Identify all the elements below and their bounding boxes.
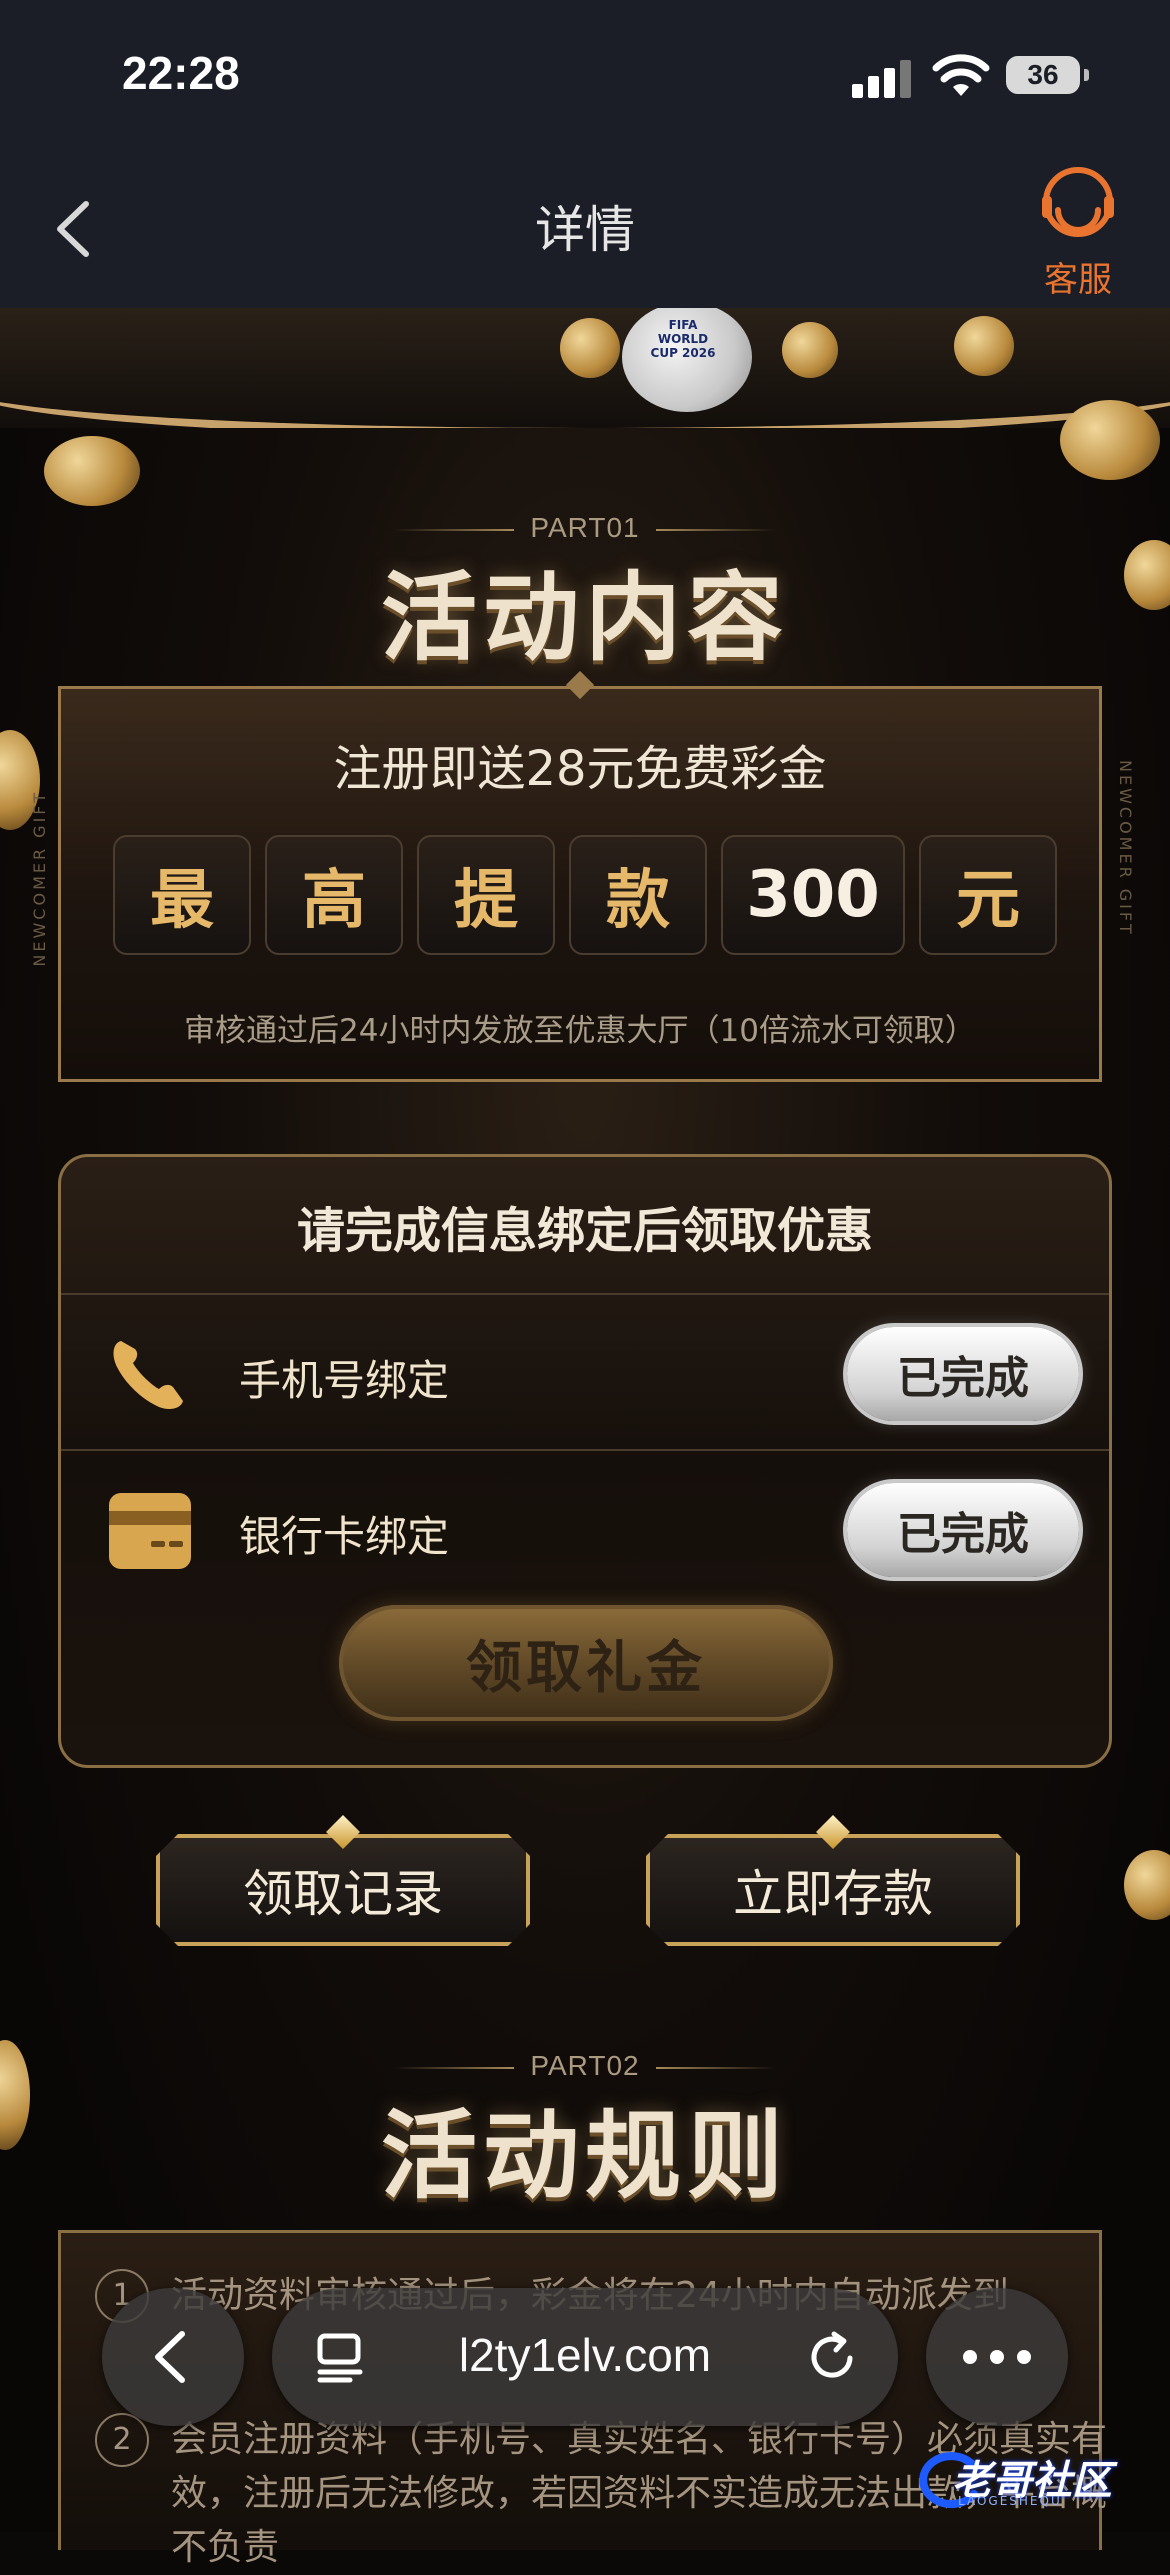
binding-title: 请完成信息绑定后领取优惠 <box>296 1203 873 1259</box>
phone-binding-label: 手机号绑定 <box>239 1356 450 1405</box>
activity-rules-heading: 活动规则 <box>381 2100 789 2212</box>
status-time: 22:28 <box>122 47 240 99</box>
reload-icon[interactable] <box>804 2328 860 2384</box>
browser-back-button[interactable] <box>102 2288 244 2426</box>
header-banner: FIFA WORLD CUP 2026 <box>0 308 1170 428</box>
activity-content-heading: 活动内容 <box>381 562 789 674</box>
battery-indicator: 36 <box>1006 56 1089 94</box>
wifi-icon <box>932 54 990 96</box>
phone-binding-status-button[interactable]: 已完成 <box>847 1327 1079 1421</box>
claim-records-button[interactable]: 领取记录 <box>156 1834 530 1946</box>
binding-panel: 请完成信息绑定后领取优惠 手机号绑定 已完成 银行卡绑定 已完成 领取礼金 <box>58 1154 1112 1768</box>
side-label-right: NEWCOMER GIFT <box>1116 760 1135 937</box>
coin-decoration <box>782 322 838 378</box>
digit-box: 款 <box>569 835 707 955</box>
watermark-logo: 老哥社区 LAOGESHEQU <box>912 2444 1162 2514</box>
bank-card-binding-status-button[interactable]: 已完成 <box>847 1483 1079 1577</box>
status-bar: 22:28 36 <box>0 0 1170 150</box>
ball-logo: FIFA WORLD CUP 2026 <box>650 318 716 360</box>
bank-card-icon <box>109 1493 191 1569</box>
phone-icon <box>113 1341 183 1409</box>
nav-bar: 详情 客服 <box>0 150 1170 308</box>
digit-box-amount: 300 <box>721 835 905 955</box>
coin-decoration <box>560 318 620 378</box>
deposit-now-button[interactable]: 立即存款 <box>646 1834 1020 1946</box>
list-item: 手机号绑定 已完成 <box>61 1293 1109 1451</box>
digit-box: 元 <box>919 835 1057 955</box>
back-arrow-icon <box>155 2331 185 2383</box>
payout-note: 审核通过后24小时内发放至优惠大厅（10倍流水可领取） <box>184 1013 976 1049</box>
address-bar[interactable]: l2ty1elv.com <box>272 2288 898 2426</box>
browser-more-button[interactable] <box>926 2288 1068 2426</box>
digit-box: 最 <box>113 835 251 955</box>
digit-box: 提 <box>417 835 555 955</box>
more-dots-icon <box>963 2350 1031 2364</box>
page-title: 详情 <box>535 201 635 259</box>
customer-service-label: 客服 <box>1044 260 1112 300</box>
headset-icon <box>1042 167 1114 237</box>
customer-service-button[interactable]: 客服 <box>1028 160 1128 300</box>
coin-decoration <box>954 316 1014 376</box>
activity-content-panel: 注册即送28元免费彩金 最 高 提 款 300 元 审核通过后24小时内发放至优… <box>58 670 1102 1082</box>
register-bonus-title: 注册即送28元免费彩金 <box>333 741 827 797</box>
digit-box: 高 <box>265 835 403 955</box>
max-withdraw-row: 最 高 提 款 300 元 <box>113 835 1061 955</box>
side-label-left: NEWCOMER GIFT <box>30 790 49 967</box>
coin-decoration <box>44 436 140 506</box>
claim-bonus-button[interactable]: 领取礼金 <box>339 1605 833 1721</box>
list-item: 银行卡绑定 已完成 <box>61 1449 1109 1607</box>
coin-decoration <box>1060 400 1160 480</box>
cellular-signal-icon <box>852 58 912 98</box>
bank-card-binding-label: 银行卡绑定 <box>239 1512 450 1561</box>
watermark-subtext: LAOGESHEQU <box>958 2494 1062 2508</box>
